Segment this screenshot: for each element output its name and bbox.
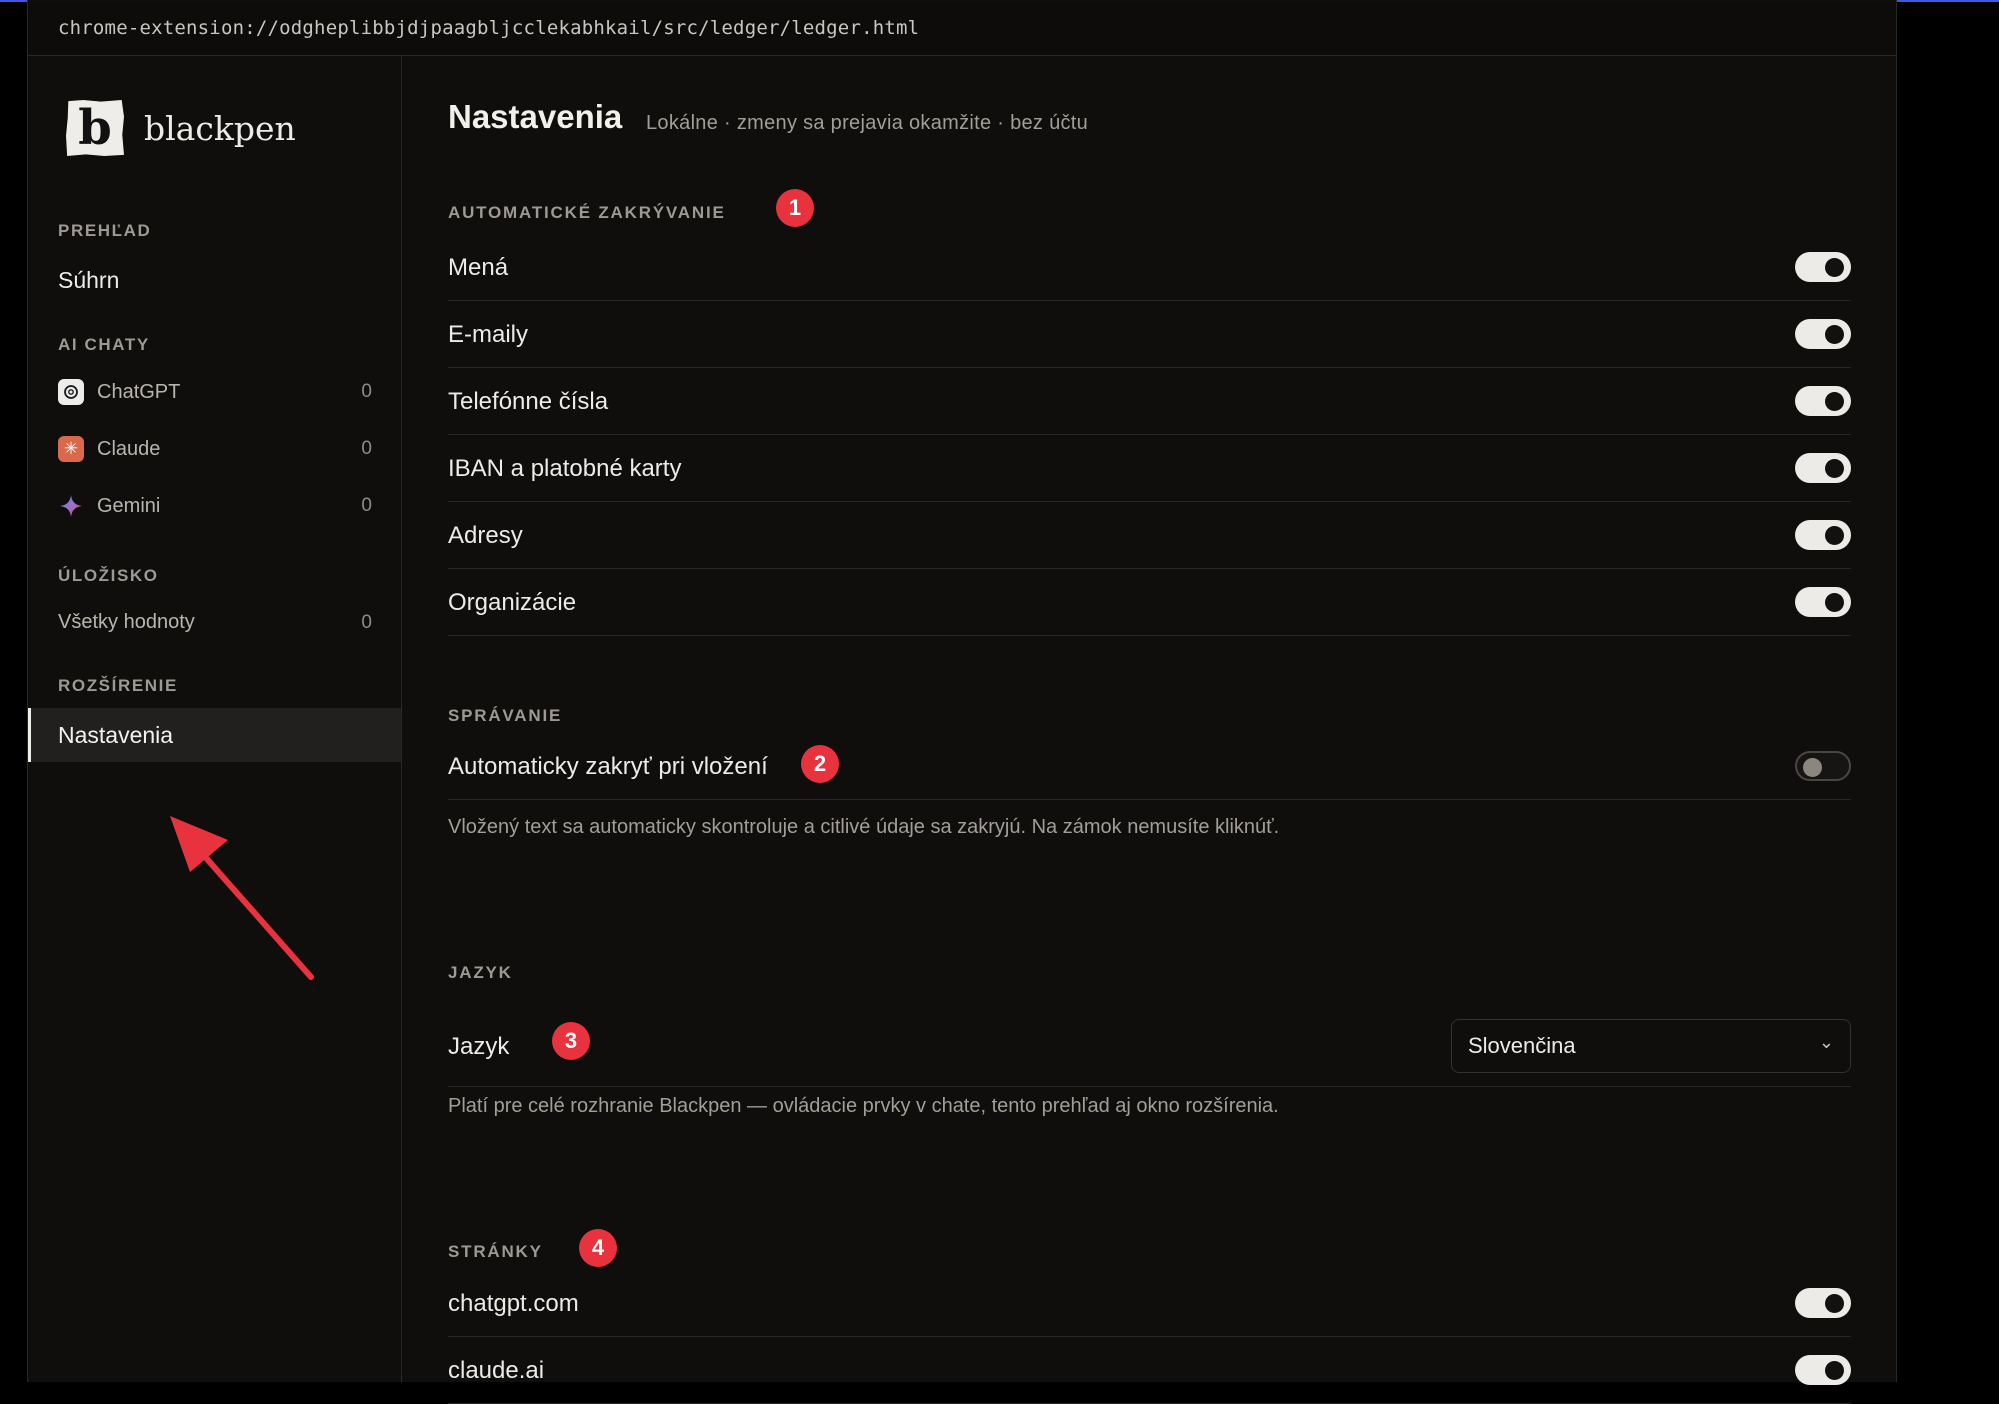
chevron-down-icon: ⌄ (1818, 1032, 1834, 1052)
group-title-pages: STRÁNKY (448, 1242, 543, 1261)
page-title: Nastavenia (448, 98, 623, 135)
sidebar-item-chatgpt[interactable]: ChatGPT 0 (58, 379, 372, 405)
page-subtitle: Lokálne · zmeny sa prejavia okamžite · b… (646, 112, 1089, 134)
sidebar: b blackpen PREHĽAD Súhrn AI CHATY ChatGP… (28, 56, 402, 1382)
settings-panel: Nastavenia Lokálne · zmeny sa prejavia o… (448, 56, 1878, 1404)
sidebar-item-gemini[interactable]: Gemini 0 (58, 493, 372, 519)
address-url[interactable]: chrome-extension://odgheplibbjdjpaagbljc… (58, 17, 919, 39)
toggle-claude[interactable] (1795, 1355, 1851, 1385)
toggle-organizations[interactable] (1795, 587, 1851, 617)
annotation-badge-4: 4 (579, 1229, 617, 1267)
setting-row-language: Jazyk Slovenčina ⌄ (448, 1005, 1851, 1087)
annotation-badge-3: 3 (552, 1022, 590, 1060)
toggle-names[interactable] (1795, 252, 1851, 282)
brand-logo[interactable]: b blackpen (66, 100, 296, 156)
chat-count: 0 (361, 438, 372, 459)
setting-label: E-maily (448, 321, 529, 348)
gemini-icon (58, 493, 84, 519)
sidebar-item-claude[interactable]: ✳ Claude 0 (58, 436, 372, 462)
setting-row-claude: claude.ai (448, 1337, 1851, 1404)
setting-description-behavior: Vložený text sa automaticky skontroluje … (448, 816, 1280, 838)
setting-label: Automaticky zakryť pri vložení (448, 753, 768, 780)
section-title-overview: PREHĽAD (58, 221, 152, 240)
section-title-ai-chats: AI CHATY (58, 335, 150, 354)
values-count: 0 (361, 611, 372, 633)
setting-label: Jazyk (448, 1033, 510, 1060)
setting-row-iban: IBAN a platobné karty (448, 435, 1851, 502)
language-select[interactable]: Slovenčina ⌄ (1451, 1019, 1851, 1073)
group-title-language: JAZYK (448, 963, 513, 982)
sidebar-item-label: Claude (97, 437, 161, 460)
sidebar-item-label: Nastavenia (58, 722, 174, 748)
sidebar-item-label: ChatGPT (97, 380, 181, 403)
setting-description-language: Platí pre celé rozhranie Blackpen — ovlá… (448, 1095, 1279, 1117)
setting-label: Mená (448, 254, 509, 281)
setting-label: claude.ai (448, 1357, 545, 1384)
language-select-value: Slovenčina (1468, 1033, 1576, 1058)
annotation-arrow (170, 816, 314, 980)
claude-icon: ✳ (58, 436, 84, 462)
logo-mark: b (66, 100, 124, 156)
annotation-badge-2: 2 (801, 745, 839, 783)
toggle-phones[interactable] (1795, 386, 1851, 416)
section-title-storage: ÚLOŽISKO (58, 566, 159, 585)
chatgpt-icon (58, 379, 84, 405)
setting-row-phones: Telefónne čísla (448, 368, 1851, 435)
setting-label: Organizácie (448, 589, 577, 616)
setting-label: chatgpt.com (448, 1290, 579, 1317)
group-title-behavior: SPRÁVANIE (448, 706, 563, 725)
setting-label: Adresy (448, 522, 523, 549)
sidebar-item-label: Súhrn (58, 267, 120, 293)
setting-row-addresses: Adresy (448, 502, 1851, 569)
setting-label: Telefónne čísla (448, 388, 609, 415)
annotation-badge-1: 1 (776, 189, 814, 227)
setting-label: IBAN a platobné karty (448, 455, 682, 482)
address-bar[interactable]: chrome-extension://odgheplibbjdjpaagbljc… (28, 2, 1896, 56)
setting-row-names: Mená (448, 234, 1851, 301)
sidebar-item-summary[interactable]: Súhrn (58, 267, 372, 294)
sidebar-item-settings[interactable]: Nastavenia (28, 708, 401, 762)
group-title-auto-redact: AUTOMATICKÉ ZAKRÝVANIE (448, 203, 726, 222)
chat-count: 0 (361, 495, 372, 516)
toggle-auto-redact-paste[interactable] (1795, 751, 1851, 781)
toggle-emails[interactable] (1795, 319, 1851, 349)
section-title-extension: ROZŠÍRENIE (58, 676, 178, 695)
toggle-chatgpt[interactable] (1795, 1288, 1851, 1318)
setting-row-auto-redact-paste: Automaticky zakryť pri vložení (448, 733, 1851, 800)
setting-row-emails: E-maily (448, 301, 1851, 368)
toggle-addresses[interactable] (1795, 520, 1851, 550)
browser-window: chrome-extension://odgheplibbjdjpaagbljc… (27, 0, 1897, 1404)
chat-count: 0 (361, 381, 372, 402)
setting-row-chatgpt: chatgpt.com (448, 1270, 1851, 1337)
toggle-iban[interactable] (1795, 453, 1851, 483)
brand-name: blackpen (144, 108, 296, 148)
sidebar-item-label: Všetky hodnoty (58, 611, 195, 633)
sidebar-item-label: Gemini (97, 494, 161, 517)
setting-row-organizations: Organizácie (448, 569, 1851, 636)
sidebar-item-all-values[interactable]: Všetky hodnoty 0 (58, 611, 372, 634)
